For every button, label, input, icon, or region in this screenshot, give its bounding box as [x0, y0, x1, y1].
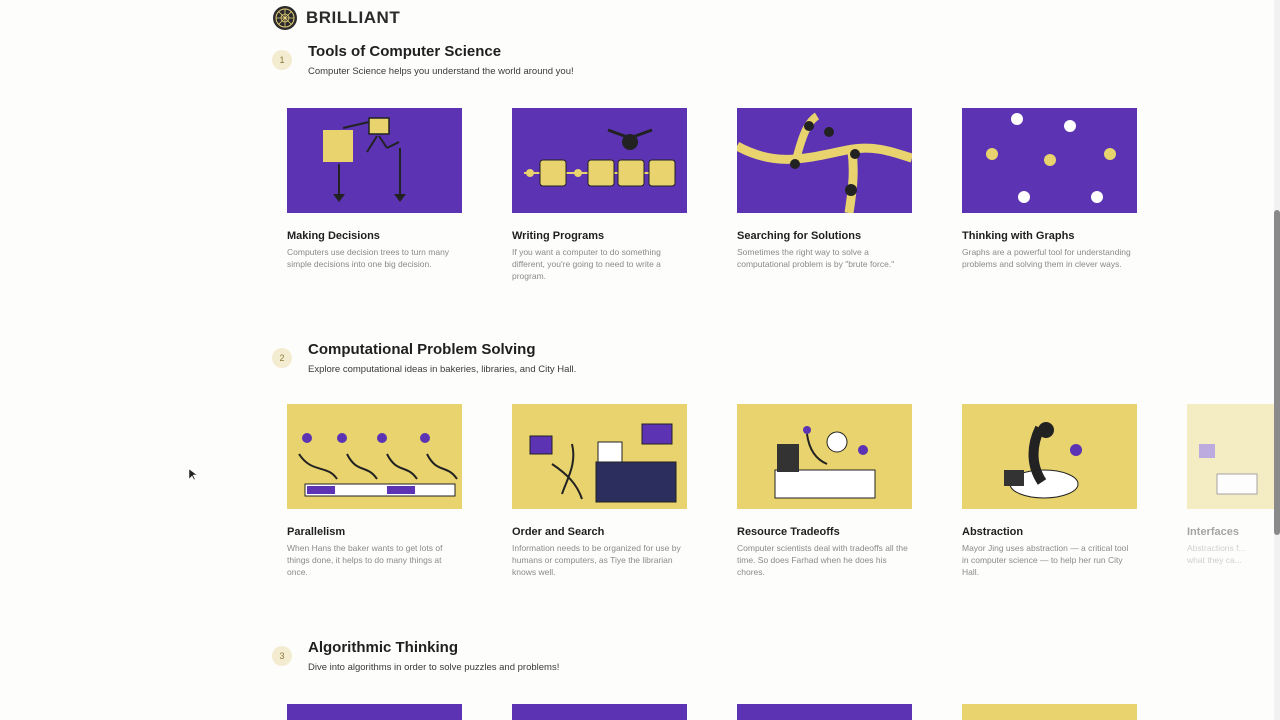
card-title: Making Decisions — [287, 230, 380, 242]
card-making-decisions[interactable]: Making Decisions Computers use decision … — [287, 108, 462, 282]
card-description: If you want a computer to do something d… — [512, 247, 661, 281]
card-order-and-search[interactable]: Order and Search Information needs to be… — [512, 404, 687, 578]
card-illustration — [962, 704, 1137, 720]
card-description: When Hans the baker wants to get lots of… — [287, 543, 443, 577]
card-illustration — [287, 704, 462, 720]
card-illustration — [512, 704, 687, 720]
card-description: Information needs to be organized for us… — [512, 543, 681, 577]
card-description: Graphs are a powerful tool for understan… — [962, 247, 1131, 269]
section-number: 2 — [272, 348, 292, 368]
card-title: Interfaces — [1187, 526, 1239, 538]
section-tools-of-cs: 1 Tools of Computer Science Computer Sci… — [272, 42, 1280, 302]
card-algorithm-4[interactable] — [962, 704, 1137, 720]
section-title: Computational Problem Solving — [308, 341, 536, 358]
card-writing-programs[interactable]: Writing Programs If you want a computer … — [512, 108, 687, 282]
brilliant-logo-icon — [273, 6, 297, 30]
card-searching-for-solutions[interactable]: Searching for Solutions Sometimes the ri… — [737, 108, 912, 282]
card-title: Resource Tradeoffs — [737, 526, 840, 538]
card-title: Abstraction — [962, 526, 1024, 538]
card-illustration — [1187, 404, 1280, 509]
card-algorithm-1[interactable] — [287, 704, 462, 720]
card-title: Parallelism — [287, 526, 346, 538]
card-illustration — [737, 404, 912, 509]
card-title: Searching for Solutions — [737, 230, 862, 242]
card-illustration — [287, 404, 462, 509]
card-algorithm-3[interactable] — [737, 704, 912, 720]
section-number: 1 — [272, 50, 292, 70]
card-description: Sometimes the right way to solve a compu… — [737, 247, 895, 269]
card-title: Writing Programs — [512, 230, 605, 242]
scrollbar-thumb[interactable] — [1274, 210, 1280, 535]
section-subtitle: Computer Science helps you understand th… — [308, 66, 574, 77]
section-computational-problem-solving: 2 Computational Problem Solving Explore … — [272, 340, 1280, 600]
card-row: Parallelism When Hans the baker wants to… — [287, 404, 1280, 578]
card-title: Thinking with Graphs — [962, 230, 1075, 242]
card-illustration — [962, 108, 1137, 213]
card-row: Making Decisions Computers use decision … — [287, 108, 1137, 282]
section-subtitle: Explore computational ideas in bakeries,… — [308, 364, 577, 375]
card-parallelism[interactable]: Parallelism When Hans the baker wants to… — [287, 404, 462, 578]
section-title: Algorithmic Thinking — [308, 639, 458, 656]
card-description: Computer scientists deal with tradeoffs … — [737, 543, 908, 577]
card-illustration — [287, 108, 462, 213]
card-resource-tradeoffs[interactable]: Resource Tradeoffs Computer scientists d… — [737, 404, 912, 578]
card-illustration — [962, 404, 1137, 509]
card-description: Abstractions f... what they ca... — [1187, 543, 1246, 565]
section-number: 3 — [272, 646, 292, 666]
card-interfaces[interactable]: Interfaces Abstractions f... what they c… — [1187, 404, 1280, 578]
card-thinking-with-graphs[interactable]: Thinking with Graphs Graphs are a powerf… — [962, 108, 1137, 282]
card-description: Computers use decision trees to turn man… — [287, 247, 450, 269]
card-illustration — [512, 108, 687, 213]
mouse-cursor-icon — [189, 469, 197, 481]
card-abstraction[interactable]: Abstraction Mayor Jing uses abstraction … — [962, 404, 1137, 578]
card-illustration — [737, 704, 912, 720]
card-illustration — [737, 108, 912, 213]
section-title: Tools of Computer Science — [308, 43, 502, 60]
brand-name: BRILLIANT — [306, 8, 401, 27]
card-title: Order and Search — [512, 526, 605, 538]
card-row — [287, 704, 1137, 720]
card-algorithm-2[interactable] — [512, 704, 687, 720]
section-algorithmic-thinking: 3 Algorithmic Thinking Dive into algorit… — [272, 638, 1280, 720]
brand-header[interactable]: BRILLIANT — [272, 5, 400, 31]
card-illustration — [512, 404, 687, 509]
card-description: Mayor Jing uses abstraction — a critical… — [962, 543, 1129, 577]
section-subtitle: Dive into algorithms in order to solve p… — [308, 662, 560, 673]
vertical-scrollbar[interactable] — [1274, 0, 1280, 720]
